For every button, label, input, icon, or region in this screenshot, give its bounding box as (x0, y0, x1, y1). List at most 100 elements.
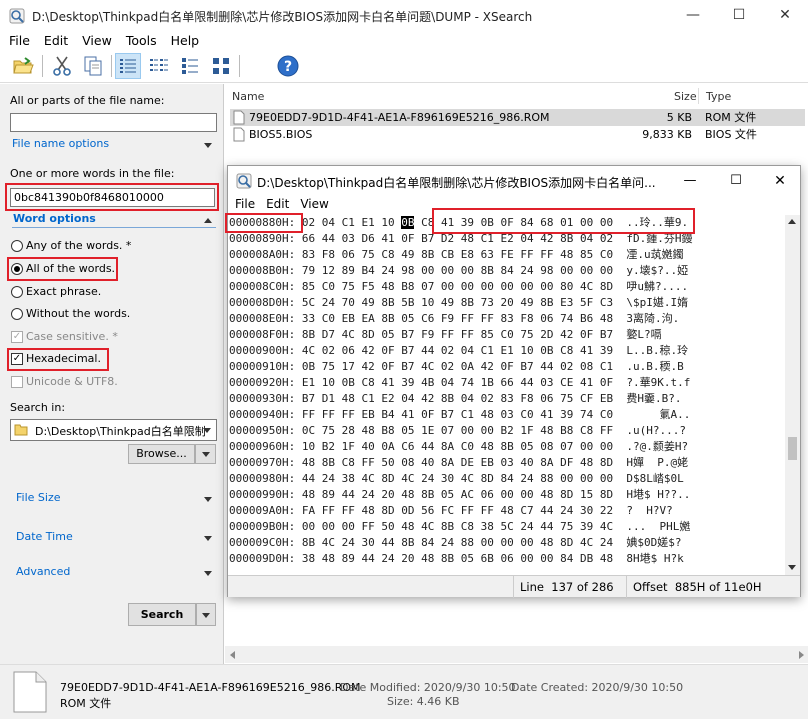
hex-menu-edit[interactable]: Edit (266, 197, 289, 211)
scroll-thumb[interactable] (788, 437, 797, 460)
hex-row[interactable]: 000009D0H: 38 48 89 44 24 20 48 8B 05 6B… (228, 551, 785, 567)
filename-input[interactable] (10, 113, 217, 132)
small-icons-view-button[interactable] (177, 53, 203, 79)
filename-options-link[interactable]: File name options (12, 137, 109, 150)
hex-ascii: ?.華9K.t.f (619, 376, 691, 389)
section-advanced[interactable]: Advanced (16, 565, 70, 578)
hex-row[interactable]: 00000970H: 48 8B C8 FF 50 08 40 8A DE EB… (228, 455, 785, 471)
menu-view[interactable]: View (82, 31, 112, 51)
word-options-link[interactable]: Word options (13, 212, 96, 225)
hex-row[interactable]: 00000990H: 48 89 44 24 20 48 8B 05 AC 06… (228, 487, 785, 503)
menu-file[interactable]: File (9, 31, 30, 51)
minimize-button[interactable]: — (670, 0, 716, 31)
hex-row[interactable]: 000008E0H: 33 C0 EB EA 8B 05 C6 F9 FF FF… (228, 311, 785, 327)
hex-menu-file[interactable]: File (235, 197, 255, 211)
hex-ascii: 嬜L?嗝 (619, 328, 662, 341)
details-view-icon (120, 59, 136, 73)
maximize-button[interactable]: ☐ (716, 0, 762, 31)
hex-minimize-button[interactable]: — (672, 170, 708, 192)
words-input[interactable]: 0bc841390b0f8468010000 (10, 188, 215, 207)
hexadecimal-checkbox[interactable]: ✓ (11, 353, 23, 365)
hex-menu-view[interactable]: View (300, 197, 328, 211)
column-name[interactable]: Name (232, 90, 264, 103)
hex-row[interactable]: 000008B0H: 79 12 89 B4 24 98 00 00 00 8B… (228, 263, 785, 279)
hex-maximize-button[interactable]: ☐ (718, 170, 754, 192)
scroll-up-icon[interactable] (788, 219, 796, 224)
hex-row[interactable]: 00000950H: 0C 75 28 48 B8 05 1E 07 00 00… (228, 423, 785, 439)
hex-selected-byte: 0B (401, 216, 415, 229)
cut-button[interactable] (49, 53, 75, 79)
hex-row[interactable]: 000008A0H: 83 F8 06 75 C8 49 8B CB E8 63… (228, 247, 785, 263)
section-file-size[interactable]: File Size (16, 491, 60, 504)
search-dropdown-button[interactable] (196, 603, 216, 626)
hex-ascii: L..B.稤.玲 (619, 344, 689, 357)
hex-row[interactable]: 000008C0H: 85 C0 75 F5 48 B8 07 00 00 00… (228, 279, 785, 295)
hex-address: 000008C0H: (229, 280, 296, 293)
chevron-down-icon[interactable] (203, 428, 211, 433)
scroll-left-icon[interactable] (230, 651, 235, 659)
search-in-dropdown[interactable]: D:\Desktop\Thinkpad白名单限制 (10, 419, 217, 441)
copy-button[interactable] (80, 53, 106, 79)
search-button[interactable]: Search (128, 603, 196, 626)
status-date-created: Date Created: 2020/9/30 10:50 (511, 681, 684, 694)
column-type[interactable]: Type (706, 90, 731, 103)
column-size[interactable]: Size (674, 90, 697, 103)
hex-row[interactable]: 00000980H: 44 24 38 4C 8D 4C 24 30 4C 8D… (228, 471, 785, 487)
open-folder-button[interactable] (10, 53, 36, 79)
hex-row[interactable]: 000008F0H: 8B D7 4C 8D 05 B7 F9 FF FF 85… (228, 327, 785, 343)
hex-bytes: 33 C0 EB EA 8B 05 C6 F9 FF FF 83 F8 06 7… (301, 312, 614, 325)
hex-row[interactable]: 000009B0H: 00 00 00 FF 50 48 4C 8B C8 38… (228, 519, 785, 535)
hex-row[interactable]: 000008D0H: 5C 24 70 49 8B 5B 10 49 8B 73… (228, 295, 785, 311)
hex-bytes: FA FF FF 48 8D 0D 56 FC FF FF 48 C7 44 2… (301, 504, 614, 517)
menu-edit[interactable]: Edit (44, 31, 68, 51)
close-button[interactable]: ✕ (762, 0, 808, 31)
hex-row[interactable]: 00000930H: B7 D1 48 C1 E2 04 42 8B 04 02… (228, 391, 785, 407)
radio-all-words[interactable] (11, 263, 23, 275)
hex-ascii: \$pI媅.I媠 (619, 296, 689, 309)
chevron-down-icon[interactable] (204, 497, 212, 502)
hex-row[interactable]: 00000910H: 0B 75 17 42 0F B7 4C 02 0A 42… (228, 359, 785, 375)
hex-bytes: 79 12 89 B4 24 98 00 00 00 8B 84 24 98 0… (301, 264, 614, 277)
highlight-box (432, 208, 695, 234)
browse-button[interactable]: Browse... (128, 444, 195, 464)
large-icons-view-button[interactable] (208, 53, 234, 79)
help-button[interactable]: ? (275, 53, 301, 79)
file-size: 9,833 KB (642, 128, 692, 141)
radio-exact-phrase[interactable] (11, 286, 23, 298)
toolbar: ? (0, 51, 808, 83)
horizontal-scrollbar[interactable] (225, 646, 808, 663)
hex-row[interactable]: 000009C0H: 8B 4C 24 30 44 8B 84 24 88 00… (228, 535, 785, 551)
chevron-down-icon[interactable] (204, 143, 212, 148)
hex-vertical-scrollbar[interactable] (785, 215, 800, 575)
hex-address: 000009C0H: (229, 536, 296, 549)
browse-dropdown-button[interactable] (195, 444, 216, 464)
hex-row[interactable]: 00000900H: 4C 02 06 42 0F B7 44 02 04 C1… (228, 343, 785, 359)
file-row[interactable]: 79E0EDD7-9D1D-4F41-AE1A-F896169E5216_986… (230, 109, 805, 126)
open-folder-icon (13, 57, 34, 74)
hex-content[interactable]: 00000880H: 02 04 C1 E1 10 0B C8 41 39 0B… (228, 215, 785, 575)
hex-row[interactable]: 00000940H: FF FF FF EB B4 41 0F B7 C1 48… (228, 407, 785, 423)
section-date-time[interactable]: Date Time (16, 530, 73, 543)
hex-row[interactable]: 000009A0H: FA FF FF 48 8D 0D 56 FC FF FF… (228, 503, 785, 519)
radio-any-words[interactable] (11, 240, 23, 252)
details-view-button[interactable] (115, 53, 141, 79)
help-icon: ? (277, 55, 299, 77)
file-row[interactable]: BIOS5.BIOS 9,833 KB BIOS 文件 (230, 126, 805, 143)
scroll-right-icon[interactable] (799, 651, 804, 659)
hex-bytes: 85 C0 75 F5 48 B8 07 00 00 00 00 00 00 8… (301, 280, 614, 293)
chevron-down-icon[interactable] (204, 536, 212, 541)
scroll-down-icon[interactable] (788, 565, 796, 570)
menu-tools[interactable]: Tools (126, 31, 157, 51)
hex-close-button[interactable]: ✕ (762, 170, 798, 192)
chevron-down-icon[interactable] (204, 571, 212, 576)
highlight-box (225, 213, 303, 233)
hex-row[interactable]: 00000960H: 10 B2 1F 40 0A C6 44 8A C0 48… (228, 439, 785, 455)
hex-bytes: 4C 02 06 42 0F B7 44 02 04 C1 E1 10 0B C… (301, 344, 614, 357)
file-icon (233, 127, 245, 142)
radio-without-words[interactable] (11, 308, 23, 320)
menu-help[interactable]: Help (171, 31, 200, 51)
hex-bytes: 0B 75 17 42 0F B7 4C 02 0A 42 0F B7 44 0… (301, 360, 614, 373)
chevron-up-icon[interactable] (204, 218, 212, 223)
hex-row[interactable]: 00000920H: E1 10 0B C8 41 39 4B 04 74 1B… (228, 375, 785, 391)
list-view-button[interactable] (146, 53, 172, 79)
